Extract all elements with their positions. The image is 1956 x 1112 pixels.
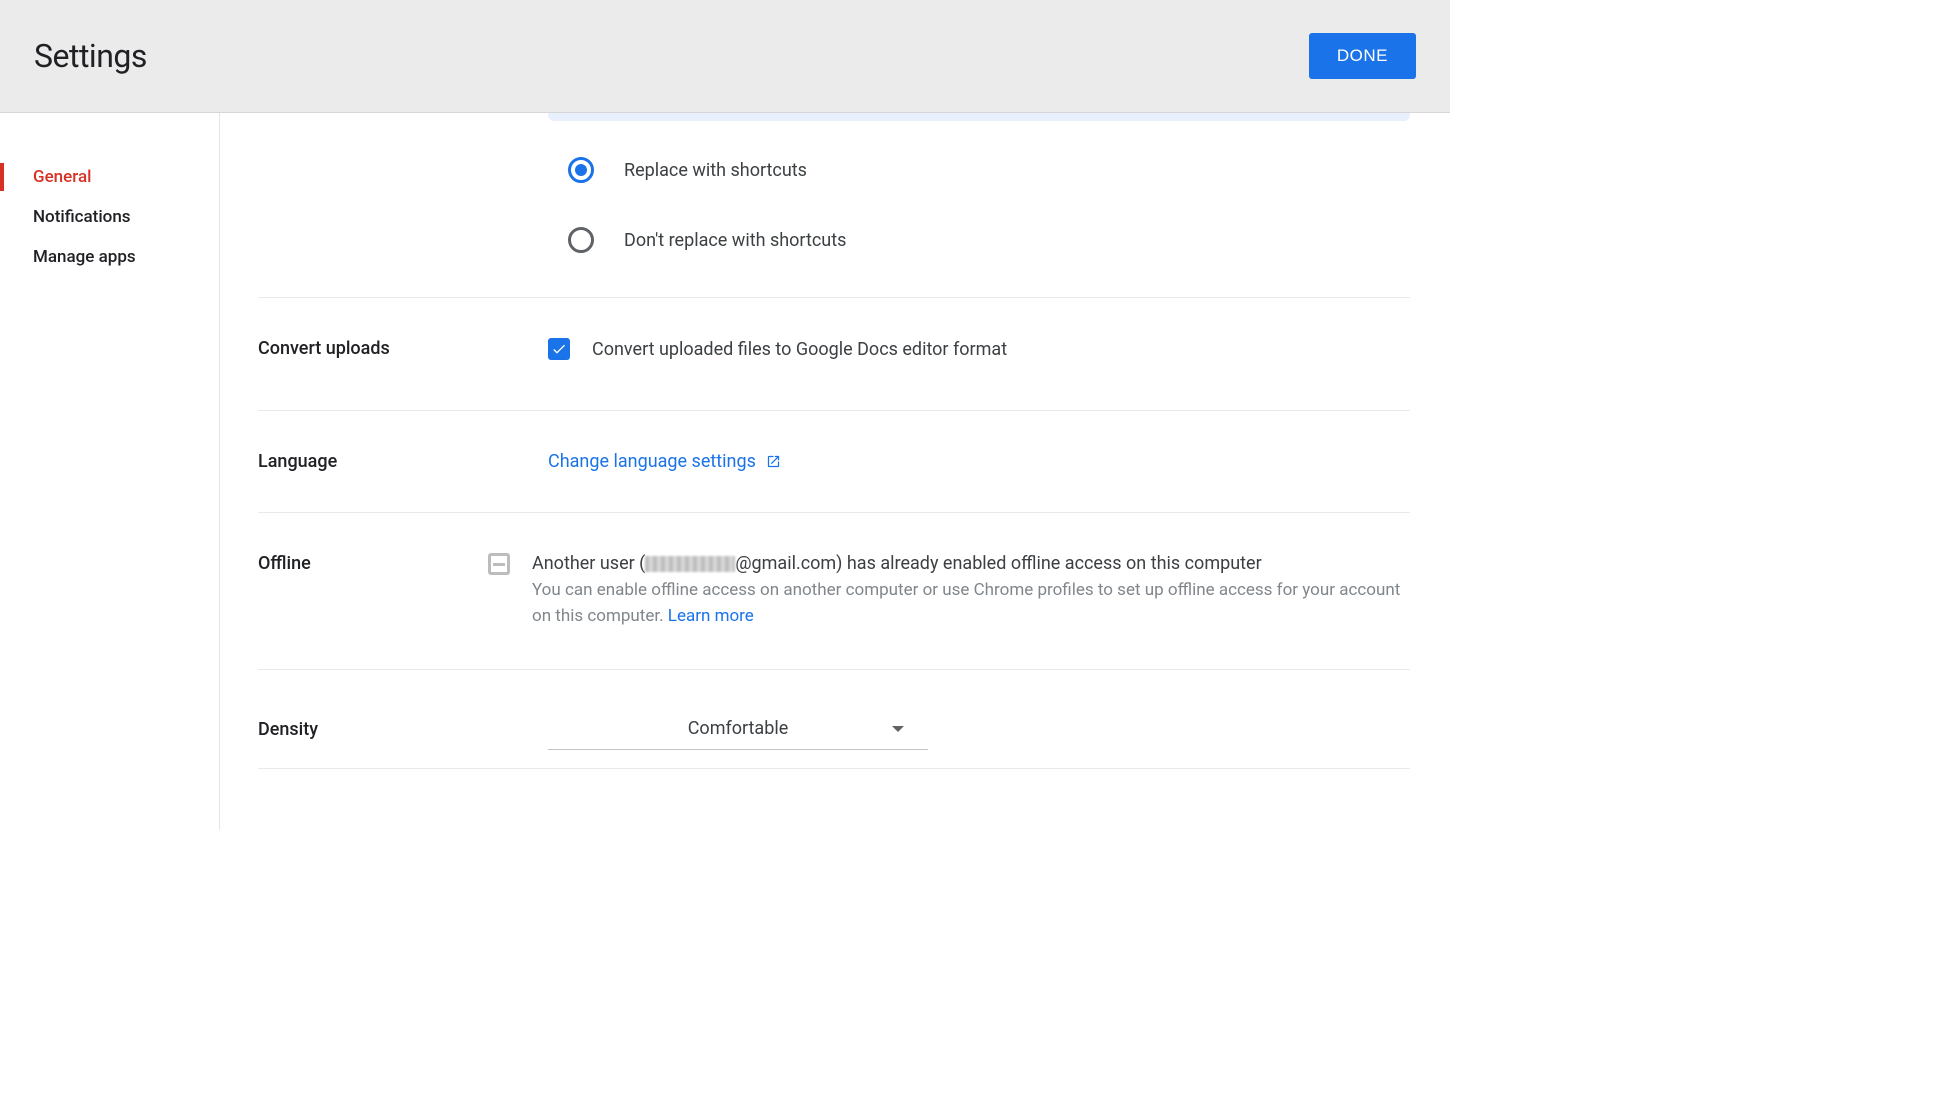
radio-row-dont-replace[interactable]: Don't replace with shortcuts — [568, 227, 1410, 253]
sidebar-item-notifications[interactable]: Notifications — [0, 197, 219, 237]
checkmark-icon — [551, 341, 567, 357]
chevron-down-icon — [892, 726, 904, 732]
section-offline: Offline Another user (@gmail.com) has al… — [258, 513, 1410, 670]
section-body: Convert uploaded files to Google Docs ed… — [548, 338, 1410, 360]
section-body: Change language settings — [548, 451, 1410, 472]
checkbox-label: Convert uploaded files to Google Docs ed… — [592, 339, 1007, 360]
offline-body: Another user (@gmail.com) has already en… — [488, 553, 1410, 629]
dialog-header: Settings DONE — [0, 0, 1450, 113]
section-language: Language Change language settings — [258, 411, 1410, 513]
section-label: Language — [258, 451, 548, 472]
sidebar-item-manage-apps[interactable]: Manage apps — [0, 237, 219, 277]
sidebar-item-label: Notifications — [33, 207, 131, 227]
open-in-new-icon — [766, 454, 781, 469]
radio-row-replace[interactable]: Replace with shortcuts — [568, 157, 1410, 183]
redacted-email — [645, 556, 735, 572]
offline-sub-text: You can enable offline access on another… — [532, 578, 1410, 629]
info-banner: and names will become visible. Learn mor… — [548, 113, 1410, 121]
settings-content[interactable]: and names will become visible. Learn mor… — [220, 113, 1450, 830]
radio-selected-icon[interactable] — [568, 157, 594, 183]
sidebar-item-label: General — [33, 167, 91, 187]
radio-label: Don't replace with shortcuts — [624, 230, 846, 251]
offline-text: Another user (@gmail.com) has already en… — [532, 553, 1410, 629]
radio-label: Replace with shortcuts — [624, 160, 807, 181]
change-language-link[interactable]: Change language settings — [548, 451, 756, 472]
dialog-title: Settings — [34, 37, 147, 75]
section-body: Comfortable — [548, 708, 1410, 750]
sidebar-item-label: Manage apps — [33, 247, 136, 267]
select-value: Comfortable — [688, 718, 789, 739]
section-body: Replace with shortcuts Don't replace wit… — [548, 157, 1410, 253]
radio-unselected-icon[interactable] — [568, 227, 594, 253]
section-label: Density — [258, 719, 548, 740]
checkbox-indeterminate-icon[interactable] — [488, 553, 510, 575]
dialog-body: General Notifications Manage apps and na… — [0, 113, 1450, 830]
section-label — [258, 157, 548, 253]
density-select[interactable]: Comfortable — [548, 708, 928, 750]
sidebar-item-general[interactable]: General — [0, 157, 219, 197]
section-label: Convert uploads — [258, 338, 548, 359]
done-button[interactable]: DONE — [1309, 33, 1416, 79]
checkbox-checked-icon[interactable] — [548, 338, 570, 360]
sidebar: General Notifications Manage apps — [0, 113, 220, 830]
checkbox-row-convert[interactable]: Convert uploaded files to Google Docs ed… — [548, 338, 1410, 360]
settings-dialog: Settings DONE General Notifications Mana… — [0, 0, 1450, 830]
offline-learn-more-link[interactable]: Learn more — [668, 606, 754, 626]
section-shortcuts: Replace with shortcuts Don't replace wit… — [258, 157, 1410, 298]
offline-primary-text: Another user (@gmail.com) has already en… — [532, 553, 1410, 574]
section-density: Density Comfortable — [258, 670, 1410, 769]
section-convert-uploads: Convert uploads Convert uploaded files t… — [258, 298, 1410, 411]
section-body: Another user (@gmail.com) has already en… — [548, 553, 1410, 629]
